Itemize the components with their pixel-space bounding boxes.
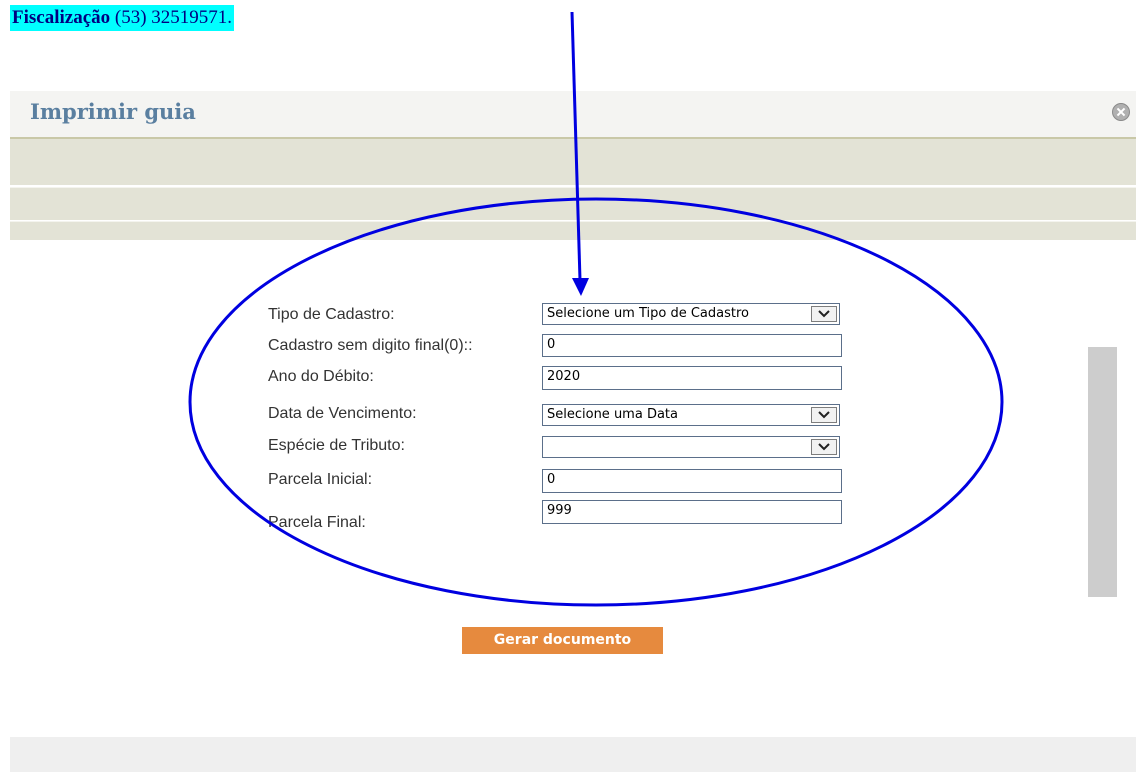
tipo-cadastro-value: Selecione um Tipo de Cadastro [547,306,749,321]
dialog-footer [10,737,1136,772]
parcela-inicial-input[interactable]: 0 [542,469,842,493]
toolbar-band-3 [10,221,1136,240]
ano-label: Ano do Débito: [268,368,374,385]
toolbar-band-2 [10,187,1136,220]
data-vencimento-select[interactable]: Selecione uma Data [542,404,840,426]
parcela-inicial-label: Parcela Inicial: [268,471,373,488]
data-vencimento-label: Data de Vencimento: [268,405,417,422]
cadastro-label: Cadastro sem digito final(0):: [268,337,473,354]
dialog-titlebar: Imprimir guia [10,91,1136,139]
parcela-final-input[interactable]: 999 [542,500,842,524]
tipo-cadastro-select[interactable]: Selecione um Tipo de Cadastro [542,303,840,325]
ano-input[interactable]: 2020 [542,366,842,390]
especie-label: Espécie de Tributo: [268,437,405,454]
chevron-down-icon[interactable] [811,439,837,455]
chevron-down-icon[interactable] [811,407,837,423]
tipo-cadastro-label: Tipo de Cadastro: [268,306,395,323]
scrollbar-thumb[interactable] [1088,347,1117,597]
dialog-title: Imprimir guia [30,99,196,124]
chevron-down-icon[interactable] [811,306,837,322]
cadastro-input[interactable]: 0 [542,334,842,357]
generate-document-button[interactable]: Gerar documento [462,627,663,654]
contact-note-phone: (53) 32519571. [110,7,233,28]
toolbar-band [10,139,1136,185]
parcela-final-label: Parcela Final: [268,514,366,531]
annotation-arrow-head [572,278,589,296]
contact-note: Fiscalização (53) 32519571. [10,5,235,31]
close-icon[interactable] [1112,103,1130,121]
data-vencimento-value: Selecione uma Data [547,407,678,422]
especie-select[interactable] [542,436,840,458]
annotation-ellipse [188,197,1004,607]
contact-note-bold: Fiscalização [12,7,111,28]
